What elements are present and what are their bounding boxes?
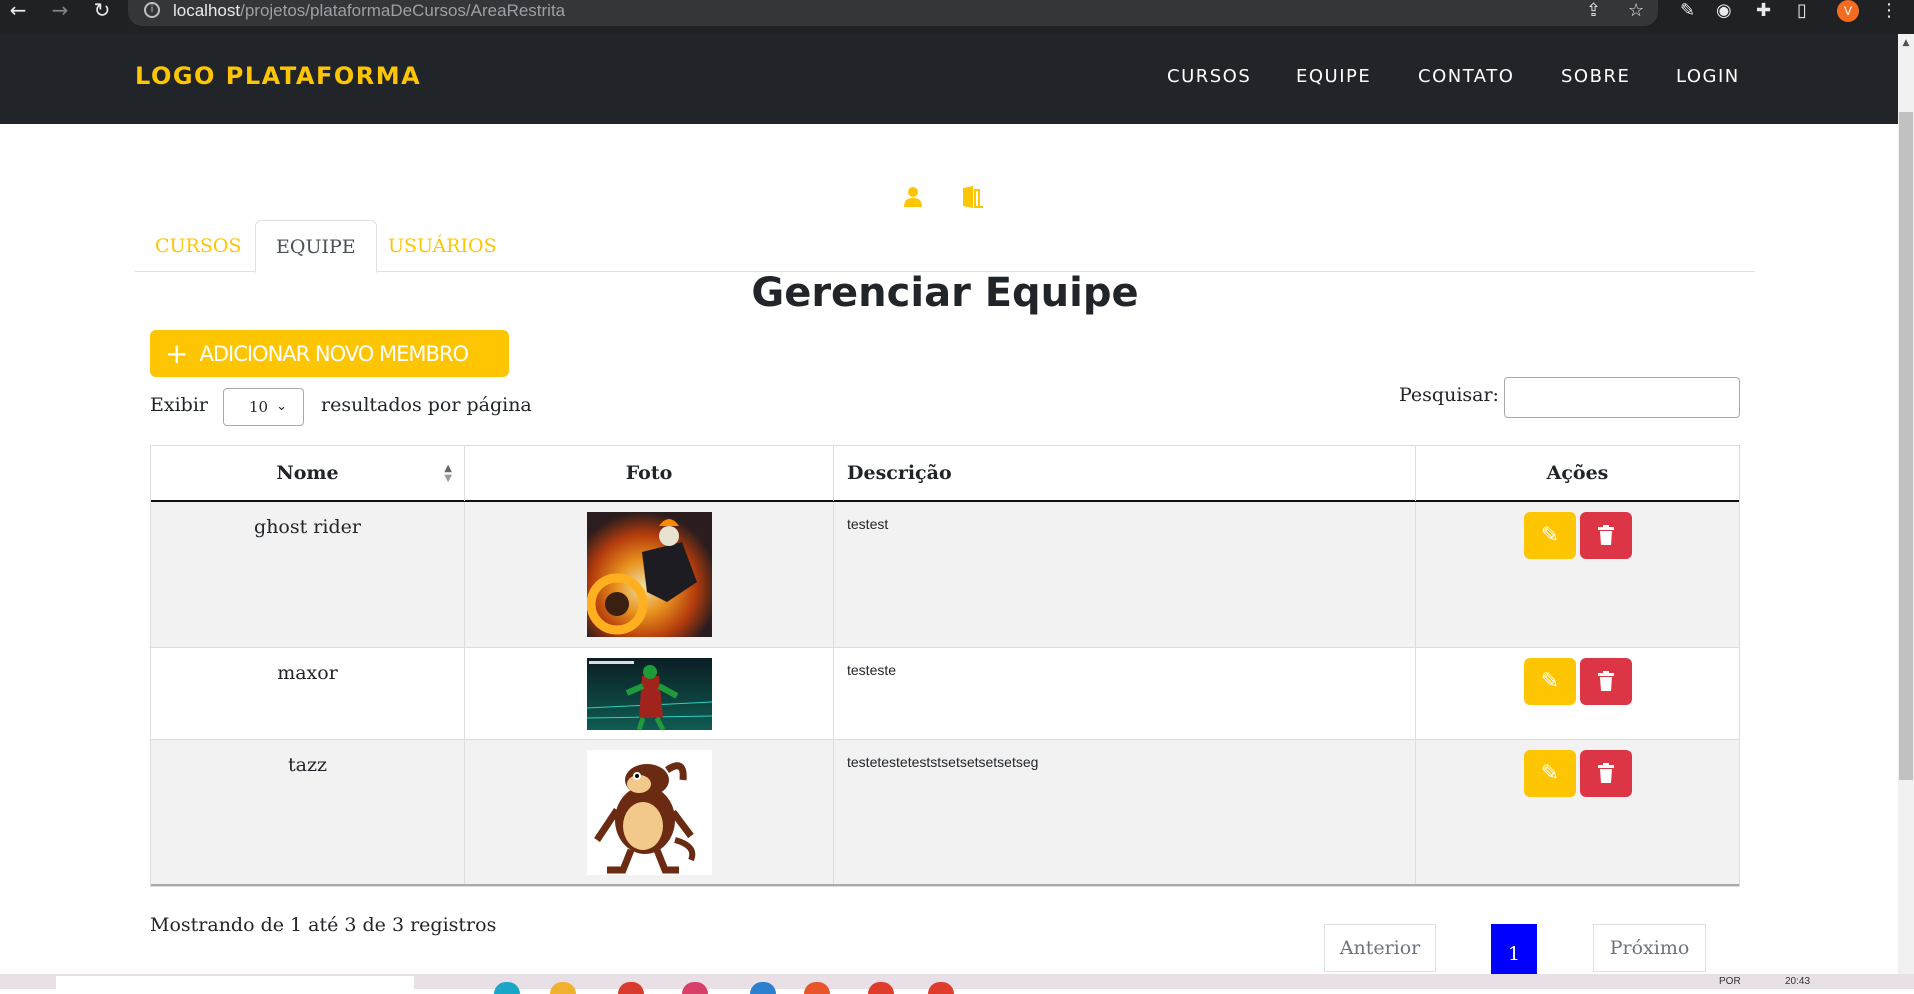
length-label-before: Exibir xyxy=(150,394,208,416)
header-foto[interactable]: Foto xyxy=(465,446,834,501)
forward-icon[interactable]: → xyxy=(46,0,74,22)
user-icon[interactable] xyxy=(903,186,923,214)
share-icon[interactable]: ⇪ xyxy=(1586,0,1601,22)
add-member-button[interactable]: + ADICIONAR NOVO MEMBRO xyxy=(150,330,509,377)
current-page-button[interactable]: 1 xyxy=(1491,924,1537,976)
nav-link-contato[interactable]: CONTATO xyxy=(1418,66,1514,87)
delete-button[interactable] xyxy=(1580,512,1632,559)
bookmark-star-icon[interactable]: ☆ xyxy=(1628,0,1644,22)
actions-cell xyxy=(1416,648,1739,739)
member-name: maxor xyxy=(151,648,465,739)
edit-button[interactable]: ✎ xyxy=(1524,512,1576,559)
length-label-after: resultados por página xyxy=(321,394,532,416)
search-label: Pesquisar: xyxy=(1399,384,1499,406)
green-alien-image xyxy=(586,658,713,732)
site-info-icon[interactable]: i xyxy=(144,2,160,18)
url-text[interactable]: localhost/projetos/plataformaDeCursos/Ar… xyxy=(173,0,565,22)
profile-avatar[interactable]: V xyxy=(1837,0,1859,22)
reload-icon[interactable]: ↻ xyxy=(88,0,116,22)
edit-button[interactable]: ✎ xyxy=(1524,750,1576,797)
nav-link-equipe[interactable]: EQUIPE xyxy=(1296,66,1371,87)
delete-button[interactable] xyxy=(1580,750,1632,797)
taskbar-clock[interactable]: 20:43 xyxy=(1785,976,1810,987)
site-navbar: LOGO PLATAFORMA CURSOS EQUIPE CONTATO SO… xyxy=(0,34,1898,124)
logout-door-icon[interactable] xyxy=(960,186,984,214)
header-acoes: Ações xyxy=(1546,462,1609,484)
actions-cell xyxy=(1416,740,1739,884)
puzzle-extensions-icon[interactable]: ✚ xyxy=(1756,0,1771,22)
scrollbar-thumb[interactable] xyxy=(1899,112,1913,780)
actions-cell xyxy=(1416,502,1739,647)
tab-cursos[interactable]: CURSOS xyxy=(135,220,261,272)
address-bar[interactable]: i localhost/projetos/plataformaDeCursos/… xyxy=(128,0,1658,26)
header-nome-label: Nome xyxy=(276,462,339,484)
nav-link-cursos[interactable]: CURSOS xyxy=(1167,66,1251,87)
team-table: Nome ▲ ▼ Foto Descrição Ações ghost rider xyxy=(150,445,1740,887)
member-description: testest xyxy=(834,502,1416,647)
site-logo[interactable]: LOGO PLATAFORMA xyxy=(135,62,421,90)
extension-circle-icon[interactable]: ◉ xyxy=(1716,0,1732,22)
member-description: testeste xyxy=(834,648,1416,739)
chevron-down-icon: ⌄ xyxy=(276,399,287,414)
tab-equipe[interactable]: EQUIPE xyxy=(255,220,377,273)
sort-icon: ▲ ▼ xyxy=(444,463,452,484)
page-length-select[interactable]: 10 ⌄ xyxy=(223,388,304,426)
previous-page-button[interactable]: Anterior xyxy=(1324,924,1436,972)
table-header: Nome ▲ ▼ Foto Descrição Ações xyxy=(151,446,1739,502)
nav-link-login[interactable]: LOGIN xyxy=(1676,66,1740,87)
page-title: Gerenciar Equipe xyxy=(751,270,1139,316)
ghost-rider-image xyxy=(586,512,712,637)
delete-button[interactable] xyxy=(1580,658,1632,705)
edit-button[interactable]: ✎ xyxy=(1524,658,1576,705)
table-info: Mostrando de 1 até 3 de 3 registros xyxy=(150,914,497,936)
page-length-value: 10 xyxy=(249,398,269,416)
header-descricao[interactable]: Descrição xyxy=(834,446,1416,501)
scroll-up-arrow-icon[interactable]: ▲ xyxy=(1899,36,1913,50)
header-nome[interactable]: Nome ▲ ▼ xyxy=(151,446,465,501)
browser-menu-icon[interactable]: ⋮ xyxy=(1880,0,1898,22)
taskbar-search-box[interactable] xyxy=(56,976,414,989)
nav-link-sobre[interactable]: SOBRE xyxy=(1561,66,1630,87)
side-panel-icon[interactable]: ▯ xyxy=(1797,0,1807,22)
taskbar-language[interactable]: POR xyxy=(1719,976,1741,987)
tab-usuarios[interactable]: USUÁRIOS xyxy=(368,220,517,272)
next-page-button[interactable]: Próximo xyxy=(1593,924,1706,972)
table-row: maxor testeste ✎ xyxy=(151,648,1739,740)
admin-tabs: CURSOS EQUIPE USUÁRIOS xyxy=(135,220,1755,273)
member-name: ghost rider xyxy=(151,502,465,647)
member-description: testetesteteststsetsetsetsetseg xyxy=(834,740,1416,884)
member-name: tazz xyxy=(151,740,465,884)
tazmanian-devil-image xyxy=(587,750,712,875)
table-row: tazz testetesteteststsetsetsetsetseg ✎ xyxy=(151,740,1739,886)
table-row: ghost rider testest ✎ xyxy=(151,502,1739,648)
back-icon[interactable]: ← xyxy=(4,0,32,22)
search-input[interactable] xyxy=(1504,377,1740,418)
plus-icon: + xyxy=(165,337,188,370)
pen-extension-icon[interactable]: ✎ xyxy=(1680,0,1695,22)
add-member-label: ADICIONAR NOVO MEMBRO xyxy=(199,342,469,366)
